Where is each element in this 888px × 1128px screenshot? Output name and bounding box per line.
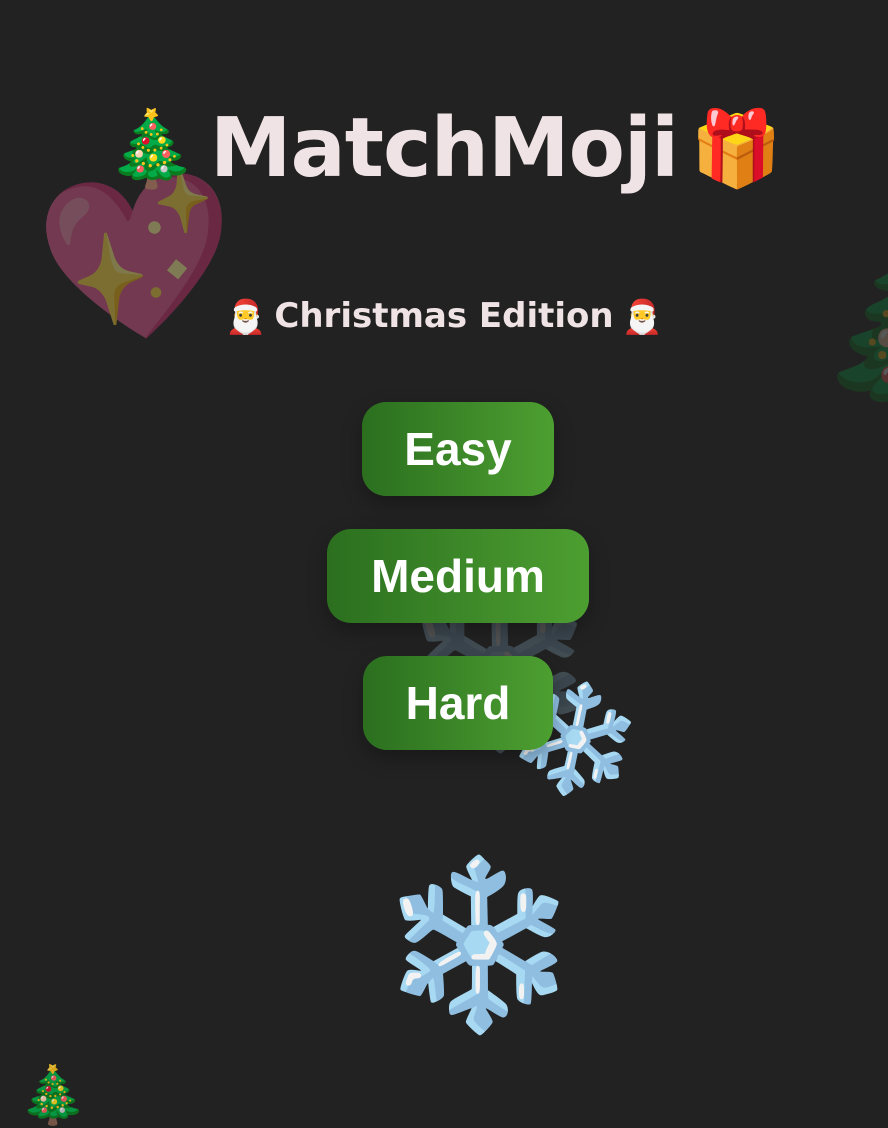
difficulty-selector: Easy Medium Hard bbox=[0, 0, 888, 1100]
easy-difficulty-button[interactable]: Easy bbox=[362, 402, 554, 496]
medium-difficulty-button[interactable]: Medium bbox=[327, 529, 589, 623]
easy-difficulty-label: Easy bbox=[404, 423, 512, 475]
hard-difficulty-button[interactable]: Hard bbox=[363, 656, 553, 750]
hard-difficulty-label: Hard bbox=[405, 677, 511, 729]
medium-difficulty-label: Medium bbox=[371, 550, 545, 602]
